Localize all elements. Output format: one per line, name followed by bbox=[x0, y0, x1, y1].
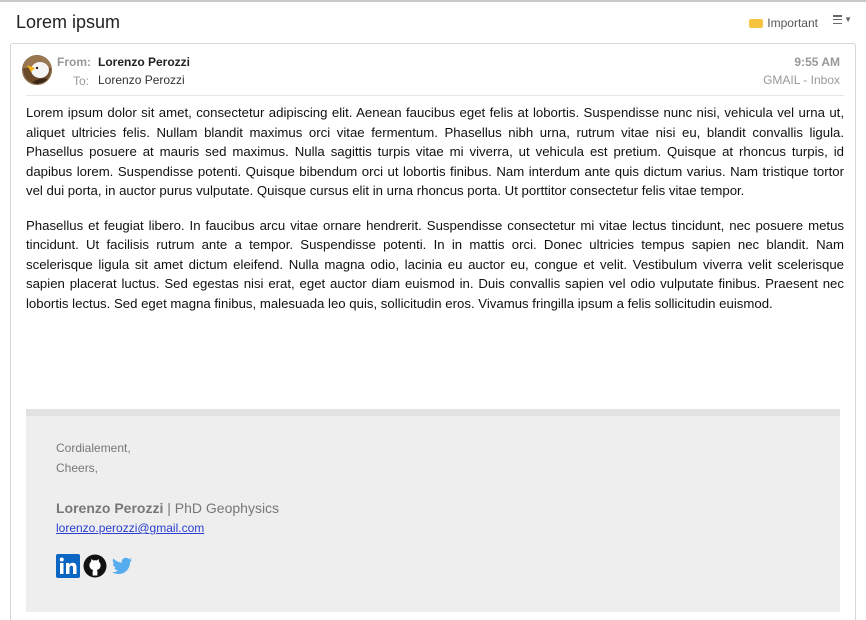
signature-title: PhD Geophysics bbox=[174, 500, 280, 516]
from-label: From: bbox=[57, 55, 91, 69]
message-card: From: Lorenzo Perozzi To: Lorenzo Perozz… bbox=[10, 43, 856, 620]
message-menu-button[interactable]: ▼ bbox=[833, 15, 852, 24]
signature-email-link[interactable]: lorenzo.perozzi@gmail.com bbox=[56, 521, 204, 535]
signature-name-line: Lorenzo Perozzi | PhD Geophysics bbox=[56, 500, 279, 516]
header-divider bbox=[26, 95, 844, 96]
recipient-name[interactable]: Lorenzo Perozzi bbox=[98, 73, 185, 87]
linkedin-link[interactable] bbox=[56, 554, 80, 583]
email-subject: Lorem ipsum bbox=[16, 12, 121, 32]
body-paragraph: Lorem ipsum dolor sit amet, consectetur … bbox=[26, 105, 844, 198]
github-icon bbox=[83, 554, 107, 578]
message-folder: GMAIL - Inbox bbox=[763, 73, 840, 87]
signature-greeting: Cordialement, bbox=[56, 441, 131, 455]
message-time: 9:55 AM bbox=[794, 55, 840, 69]
twitter-link[interactable] bbox=[110, 554, 134, 583]
label-tag-icon bbox=[749, 18, 764, 28]
twitter-icon bbox=[112, 557, 132, 574]
important-label-button[interactable]: Important bbox=[749, 16, 818, 30]
chevron-down-icon: ▼ bbox=[844, 15, 852, 24]
message-body: Lorem ipsum dolor sit amet, consectetur … bbox=[26, 103, 844, 328]
social-links bbox=[56, 554, 137, 583]
to-label: To: bbox=[73, 74, 90, 88]
sender-name[interactable]: Lorenzo Perozzi bbox=[98, 55, 190, 69]
body-paragraph: Phasellus et feugiat libero. In faucibus… bbox=[26, 217, 844, 311]
subject-bar: Lorem ipsum Important ▼ bbox=[0, 2, 866, 44]
signature-greeting: Cheers, bbox=[56, 461, 99, 475]
signature-name: Lorenzo Perozzi bbox=[56, 500, 164, 516]
github-link[interactable] bbox=[83, 554, 107, 583]
menu-lines-icon bbox=[833, 15, 843, 24]
important-label-text: Important bbox=[767, 16, 818, 30]
signature-separator: | bbox=[163, 500, 175, 516]
avatar[interactable] bbox=[22, 55, 52, 85]
email-signature: Cordialement, Cheers, Lorenzo Perozzi | … bbox=[26, 409, 840, 612]
linkedin-icon bbox=[56, 554, 80, 578]
eagle-avatar-icon bbox=[23, 56, 51, 84]
